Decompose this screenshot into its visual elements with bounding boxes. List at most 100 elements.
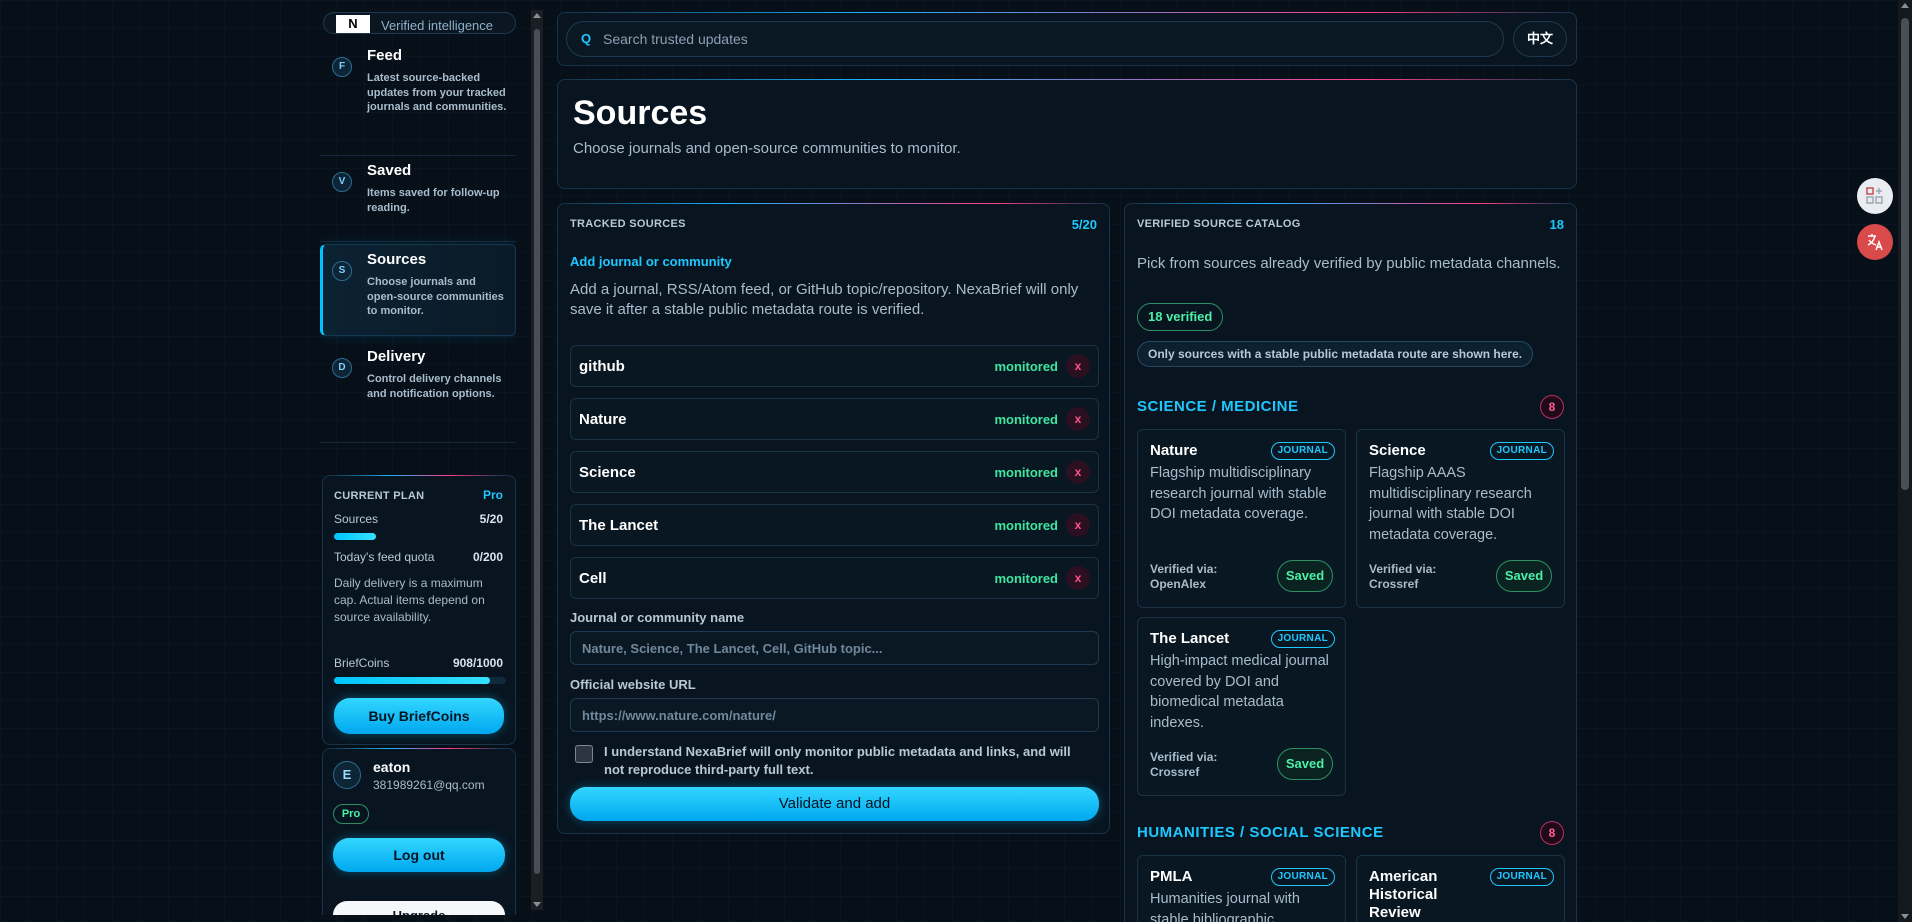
catalog-card-science[interactable]: Science JOURNAL Flagship AAAS multidisci…: [1356, 429, 1565, 608]
plan-note: Daily delivery is a maximum cap. Actual …: [334, 576, 485, 624]
catalog-card-tag: JOURNAL: [1270, 630, 1335, 648]
nav-desc: Choose journals and open-source communit…: [367, 276, 504, 317]
tracked-source-row: github monitored x: [570, 345, 1099, 387]
remove-source-button[interactable]: x: [1066, 566, 1090, 590]
section-title-science: SCIENCE / MEDICINE: [1137, 398, 1299, 415]
source-status: monitored: [994, 412, 1058, 427]
catalog-card-verified: Verified via: OpenAlex: [1150, 562, 1218, 591]
sources-value: 5/20: [479, 512, 503, 526]
catalog-card-name: Nature: [1150, 442, 1198, 459]
source-name: Nature: [579, 411, 627, 428]
nav-item-sources[interactable]: S Sources Choose journals and open-sourc…: [320, 244, 516, 336]
catalog-card-desc: Flagship AAAS multidisciplinary research…: [1369, 465, 1532, 543]
quota-value: 0/200: [472, 550, 503, 564]
feed-icon: F: [332, 57, 352, 77]
sidebar-scroll-thumb[interactable]: [534, 29, 540, 874]
source-name: The Lancet: [579, 517, 659, 534]
catalog-label: VERIFIED SOURCE CATALOG: [1137, 218, 1301, 230]
search-input[interactable]: [603, 22, 1483, 56]
validate-and-add-button[interactable]: Validate and add: [570, 787, 1099, 821]
plan-tier: Pro: [482, 488, 503, 502]
user-name: eaton: [373, 759, 411, 775]
catalog-card-tag: JOURNAL: [1270, 442, 1335, 460]
catalog-card-tag: JOURNAL: [1489, 442, 1554, 460]
scroll-up-icon[interactable]: [533, 13, 541, 18]
user-tier-badge: Pro: [333, 804, 369, 824]
nav-title: Feed: [367, 47, 403, 64]
nav-desc: Control delivery channels and notificati…: [367, 373, 502, 400]
remove-source-button[interactable]: x: [1066, 407, 1090, 431]
catalog-card-desc: Flagship multidisciplinary research jour…: [1150, 465, 1327, 522]
plan-title: CURRENT PLAN: [334, 490, 425, 502]
quota-label: Today's feed quota: [334, 550, 435, 564]
page-header: Sources Choose journals and open-source …: [557, 79, 1577, 189]
tracked-count: 5/20: [1071, 217, 1097, 232]
add-source-link[interactable]: Add journal or community: [570, 254, 732, 269]
catalog-card-american-historical-review[interactable]: American Historical Review JOURNAL: [1356, 855, 1565, 922]
saved-button[interactable]: Saved: [1277, 560, 1333, 592]
nav-title: Saved: [367, 162, 412, 179]
page-scroll-thumb[interactable]: [1901, 18, 1909, 490]
translate-icon[interactable]: [1857, 224, 1893, 260]
nav-desc: Latest source-backed updates from your t…: [367, 72, 507, 113]
tracked-label: TRACKED SOURCES: [570, 218, 686, 230]
catalog-card-name: The Lancet: [1150, 630, 1230, 647]
remove-source-button[interactable]: x: [1066, 460, 1090, 484]
saved-button[interactable]: Saved: [1496, 560, 1552, 592]
source-url-input[interactable]: [570, 698, 1099, 732]
catalog-card-verified: Verified via: Crossref: [1150, 750, 1218, 779]
section-count-humanities: 8: [1540, 821, 1564, 845]
page-scroll-up-icon[interactable]: [1901, 3, 1909, 8]
sidebar-scrollbar[interactable]: [531, 10, 543, 910]
catalog-card-pmla[interactable]: PMLA JOURNAL Humanities journal with sta…: [1137, 855, 1346, 922]
brand[interactable]: N Verified intelligence: [323, 12, 516, 34]
search-box[interactable]: Q: [566, 21, 1504, 57]
nav-desc: Items saved for follow-up reading.: [367, 187, 500, 214]
page-scroll-down-icon[interactable]: [1901, 914, 1909, 919]
source-name-input[interactable]: [570, 631, 1099, 665]
nav-item-delivery[interactable]: D Delivery Control delivery channels and…: [320, 342, 516, 443]
catalog-card-verified: Verified via: Crossref: [1369, 562, 1437, 591]
source-name: github: [579, 358, 625, 375]
catalog-card-desc: Humanities journal with stable bibliogra…: [1150, 891, 1300, 922]
brand-tagline: Verified intelligence: [381, 18, 494, 33]
language-toggle-button[interactable]: 中文: [1513, 21, 1567, 57]
remove-source-button[interactable]: x: [1066, 513, 1090, 537]
upgrade-button[interactable]: Upgrade: [333, 901, 505, 915]
user-card: E eaton 381989261@qq.com Pro Log out Upg…: [322, 748, 516, 915]
tracked-source-row: Nature monitored x: [570, 398, 1099, 440]
delivery-icon: D: [332, 358, 352, 378]
logout-button[interactable]: Log out: [333, 838, 505, 872]
catalog-card-the-lancet[interactable]: The Lancet JOURNAL High-impact medical j…: [1137, 617, 1346, 796]
top-bar: Q 中文: [557, 12, 1577, 66]
tracked-source-row: The Lancet monitored x: [570, 504, 1099, 546]
source-status: monitored: [994, 359, 1058, 374]
sources-label: Sources: [334, 512, 379, 526]
source-status: monitored: [994, 518, 1058, 533]
source-status: monitored: [994, 571, 1058, 586]
consent-text: I understand NexaBrief will only monitor…: [604, 744, 1071, 777]
catalog-count: 18: [1549, 217, 1564, 232]
saved-icon: V: [332, 172, 352, 192]
section-title-humanities: HUMANITIES / SOCIAL SCIENCE: [1137, 824, 1384, 841]
tracked-source-row: Science monitored x: [570, 451, 1099, 493]
nav-item-feed[interactable]: F Feed Latest source-backed updates from…: [320, 41, 516, 156]
catalog-card-name: PMLA: [1150, 868, 1193, 885]
nav-title: Delivery: [367, 348, 426, 365]
scroll-down-icon[interactable]: [533, 902, 541, 907]
sidebar: N Verified intelligence F Feed Latest so…: [320, 10, 516, 915]
page-scrollbar[interactable]: [1898, 0, 1912, 922]
grid-plus-icon[interactable]: [1857, 178, 1893, 214]
tracked-help: Add a journal, RSS/Atom feed, or GitHub …: [570, 281, 1079, 318]
nav-item-saved[interactable]: V Saved Items saved for follow-up readin…: [320, 156, 516, 242]
brand-logo: N: [336, 15, 370, 33]
section-count-science: 8: [1540, 395, 1564, 419]
sources-bar-fill: [334, 533, 376, 540]
catalog-card-nature[interactable]: Nature JOURNAL Flagship multidisciplinar…: [1137, 429, 1346, 608]
buy-briefcoins-button[interactable]: Buy BriefCoins: [334, 698, 504, 734]
coins-label: BriefCoins: [334, 656, 390, 670]
consent-checkbox[interactable]: [575, 745, 593, 763]
source-status: monitored: [994, 465, 1058, 480]
remove-source-button[interactable]: x: [1066, 354, 1090, 378]
saved-button[interactable]: Saved: [1277, 748, 1333, 780]
